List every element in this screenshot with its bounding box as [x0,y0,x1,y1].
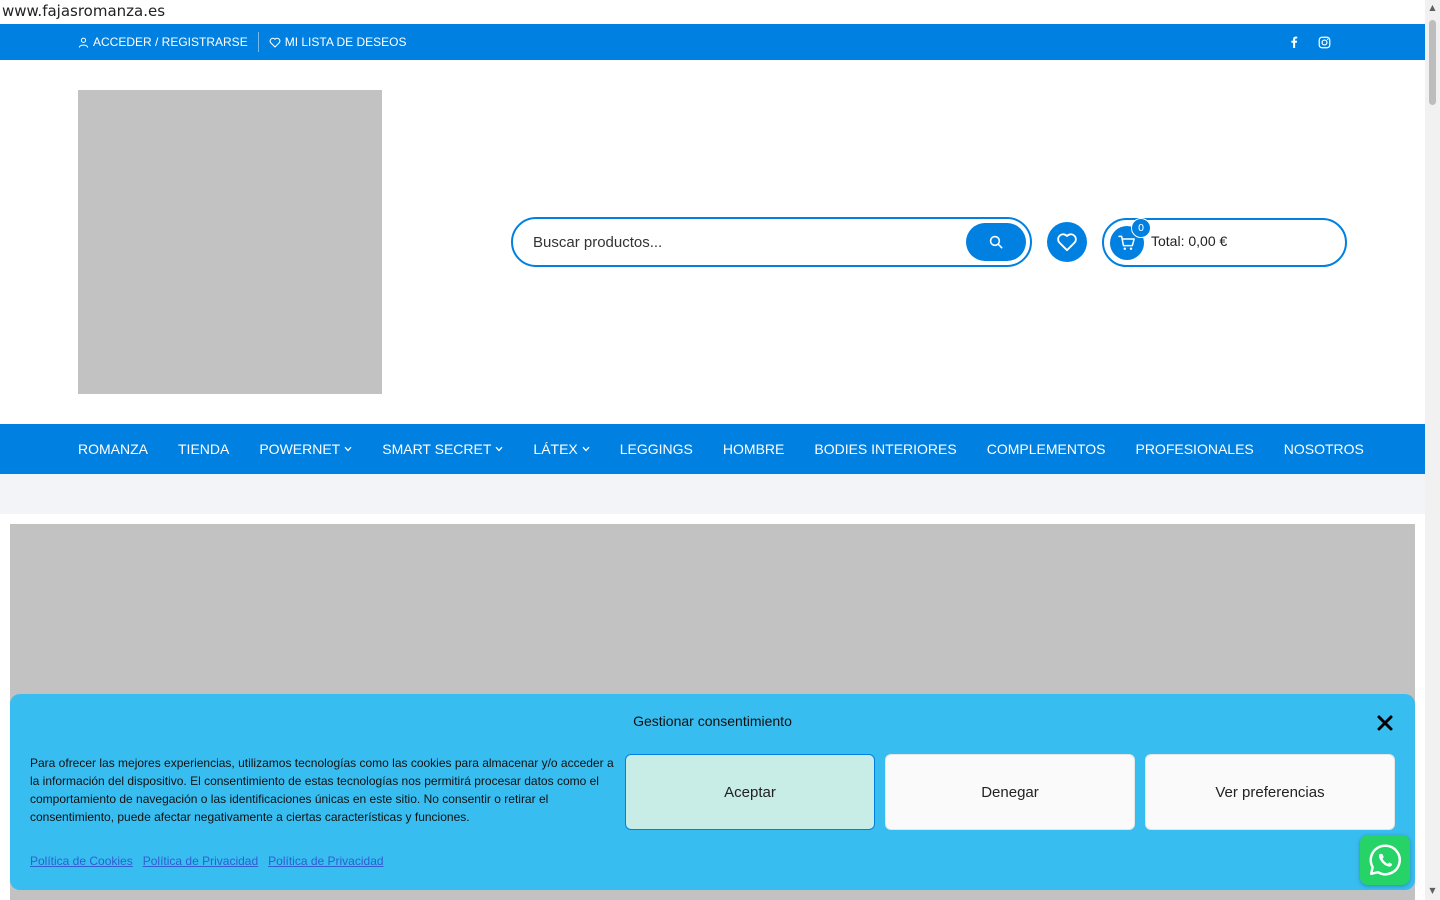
privacy-policy-link[interactable]: Política de Privacidad [268,854,383,868]
nav-item[interactable]: SMART SECRET [382,441,503,457]
nav-item-label: POWERNET [259,441,341,457]
account-link[interactable]: ACCEDER / REGISTRARSE [78,35,248,49]
nav-item-label: TIENDA [178,441,230,457]
nav-item[interactable]: TIENDA [178,441,229,457]
nav-item-label: LÁTEX [533,441,578,457]
chevron-down-icon [495,444,503,454]
nav-item[interactable]: POWERNET [259,441,352,457]
scroll-down-arrow-icon[interactable]: ▼ [1428,886,1437,895]
breadcrumb-band [0,474,1425,514]
search-icon [989,235,1003,249]
nav-item-label: COMPLEMENTOS [986,441,1106,457]
heart-icon [1057,233,1077,252]
nav-item[interactable]: ROMANZA [78,441,148,457]
cart-total: Total: 0,00 € [1151,233,1228,249]
chevron-down-icon [344,444,352,454]
instagram-link[interactable] [1318,24,1331,60]
logo-placeholder[interactable] [78,90,382,394]
nav-item-label: HOMBRE [722,441,785,457]
consent-close-button[interactable] [1374,712,1396,734]
policy-links: Política de Cookies Política de Privacid… [30,854,384,868]
accept-button[interactable]: Aceptar [625,754,875,830]
search-input[interactable] [533,227,953,257]
nav-item-label: NOSOTROS [1283,441,1364,457]
wishlist-link-label: MI LISTA DE DESEOS [284,35,407,49]
consent-text: Para ofrecer las mejores experiencias, u… [30,756,614,824]
main-nav: ROMANZA TIENDA POWERNET SMART SECRET LÁTEX LE… [0,424,1425,474]
nav-item[interactable]: LEGGINGS [620,441,693,457]
whatsapp-icon [1369,844,1401,876]
close-icon [1377,715,1393,731]
nav-item-label: LEGGINGS [619,441,693,457]
nav-item[interactable]: PROFESIONALES [1135,441,1253,457]
account-link-label: ACCEDER / REGISTRARSE [93,35,248,49]
deny-button[interactable]: Denegar [885,754,1135,830]
nav-item[interactable]: BODIES INTERIORES [814,441,956,457]
consent-title: Gestionar consentimiento [633,713,792,729]
nav-item[interactable]: HOMBRE [723,441,784,457]
cart-icon [1118,235,1135,251]
divider [257,32,259,52]
nav-item[interactable]: LÁTEX [533,441,590,457]
scrollbar-thumb[interactable] [1429,20,1436,105]
cart-count-badge: 0 [1131,218,1151,238]
facebook-link[interactable] [1289,24,1299,60]
search-button[interactable] [966,223,1026,261]
facebook-icon [1291,36,1298,48]
nav-item-label: PROFESIONALES [1135,441,1254,457]
wishlist-link[interactable]: MI LISTA DE DESEOS [269,35,407,49]
nav-item[interactable]: NOSOTROS [1284,441,1364,457]
scroll-up-arrow-icon[interactable]: ▲ [1428,3,1437,12]
site-header: 0 Total: 0,00 € [0,60,1425,424]
chevron-down-icon [582,444,590,454]
cookie-policy-link[interactable]: Política de Cookies [30,854,133,868]
page-scrollbar[interactable]: ▲ ▼ [1425,0,1440,900]
url-text: www.fajasromanza.es [0,0,1425,24]
nav-list: ROMANZA TIENDA POWERNET SMART SECRET LÁTEX LE… [78,424,1394,474]
nav-item-label: ROMANZA [78,441,148,457]
search-form [511,217,1032,267]
wishlist-button[interactable] [1047,222,1087,262]
view-preferences-button[interactable]: Ver preferencias [1145,754,1395,830]
heart-icon [269,37,281,48]
privacy-policy-link[interactable]: Política de Privacidad [143,854,258,868]
cookie-consent-banner: Gestionar consentimiento Para ofrecer la… [10,694,1415,890]
top-bar: ACCEDER / REGISTRARSE MI LISTA DE DESEOS [0,24,1425,60]
nav-item[interactable]: COMPLEMENTOS [987,441,1106,457]
user-icon [78,37,89,48]
instagram-icon [1318,36,1331,48]
cart-button[interactable]: 0 Total: 0,00 € [1102,218,1347,267]
nav-item-label: BODIES INTERIORES [814,441,957,457]
nav-item-label: SMART SECRET [382,441,492,457]
whatsapp-chat-button[interactable] [1360,835,1410,885]
